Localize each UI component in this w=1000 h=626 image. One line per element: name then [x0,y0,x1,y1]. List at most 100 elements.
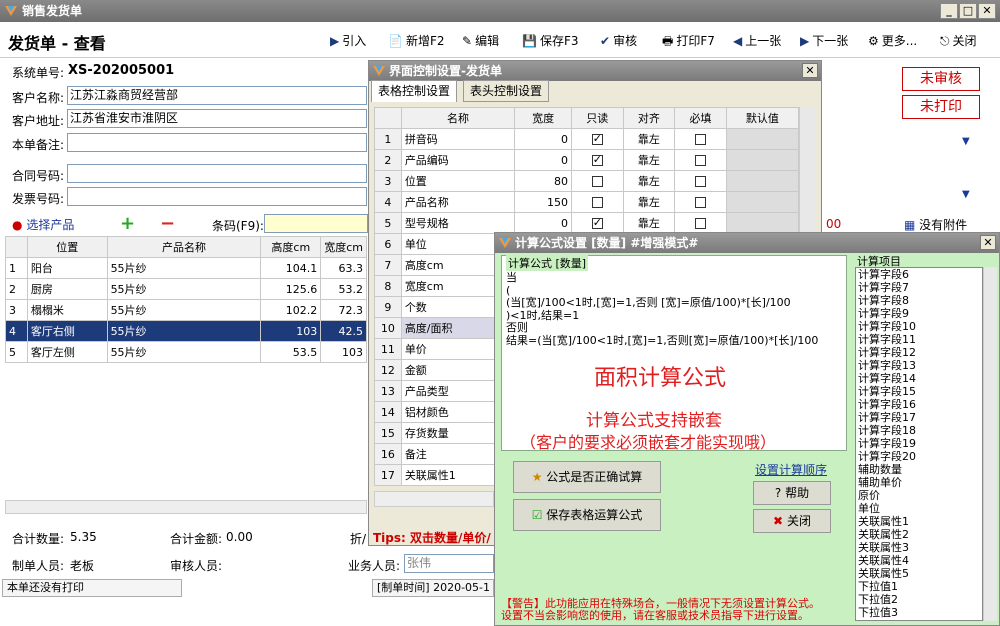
cell[interactable]: 53.2 [320,278,367,300]
print-button[interactable]: 🖶 打印F7 [662,31,715,51]
calc-order-link[interactable]: 设置计算顺序 [755,461,827,478]
new-button[interactable]: 📄 新增F2 [388,31,445,51]
readonly-checkbox[interactable] [591,197,603,208]
note-field[interactable] [67,133,367,152]
cell[interactable]: 阳台 [26,257,108,279]
table-row[interactable]: 3 榻榻米 55片纱 102.2 72.3 [5,299,367,321]
close-formula-button[interactable]: ✖ 关闭 [753,509,831,533]
cell[interactable] [725,212,800,234]
cell[interactable]: 厨房 [26,278,108,300]
list-item[interactable]: 计算字段19 [858,437,982,450]
list-item[interactable]: 辅助数量 [858,463,982,476]
cell[interactable] [571,191,624,213]
list-item[interactable]: 计算字段13 [858,359,982,372]
attachment-button[interactable]: ▦ 没有附件 [904,216,967,233]
cell[interactable]: 53.5 [260,341,322,363]
more-button[interactable]: ⚙ 更多... [868,31,917,51]
readonly-checkbox[interactable] [591,153,603,166]
cell[interactable] [674,212,727,234]
cell[interactable]: 靠左 [622,128,676,150]
cell[interactable]: 型号规格 [400,212,516,234]
required-checkbox[interactable] [694,155,706,166]
cell[interactable] [674,128,727,150]
cell[interactable]: 63.3 [320,257,367,279]
cell[interactable] [674,170,727,192]
cell[interactable] [725,170,800,192]
save-formula-button[interactable]: ☑ 保存表格运算公式 [513,499,661,531]
cell[interactable] [571,212,624,234]
list-item[interactable]: 下拉值2 [858,593,982,606]
add-row-icon[interactable]: + [120,213,135,234]
cell[interactable]: 0 [514,128,573,150]
list-item[interactable]: 计算字段17 [858,411,982,424]
cell[interactable]: 80 [514,170,573,192]
cell[interactable]: 42.5 [320,320,367,342]
cell[interactable]: 55片纱 [106,278,262,300]
list-item[interactable]: 计算字段14 [858,372,982,385]
list-item[interactable]: 关联属性4 [858,554,982,567]
list-item[interactable]: 关联属性1 [858,515,982,528]
calc-items-scrollbar[interactable] [983,267,997,621]
barcode-input[interactable] [264,214,368,233]
cell[interactable]: 客厅右侧 [26,320,108,342]
table-row-selected[interactable]: 4 客厅右侧 55片纱 103 42.5 [5,320,367,342]
cell[interactable]: 125.6 [260,278,322,300]
readonly-checkbox[interactable] [591,132,603,145]
sales-field[interactable]: 张伟 [404,554,494,573]
readonly-checkbox[interactable] [591,216,603,229]
list-item[interactable]: 下拉值3 [858,606,982,619]
required-checkbox[interactable] [694,134,706,145]
cell[interactable]: 靠左 [622,149,676,171]
invoice-field[interactable] [67,187,367,206]
list-item[interactable]: 关联属性3 [858,541,982,554]
list-item[interactable]: 单位 [858,502,982,515]
save-button[interactable]: 💾 保存F3 [522,31,579,51]
list-item[interactable]: 辅助单价 [858,476,982,489]
tab-grid-settings[interactable]: 表格控制设置 [371,80,458,102]
cell[interactable] [725,149,800,171]
help-button[interactable]: ? 帮助 [753,481,831,505]
cell[interactable]: 靠左 [622,170,676,192]
address-field[interactable]: 江苏省淮安市淮阴区 [67,109,367,128]
cell[interactable] [674,191,727,213]
cell[interactable]: 位置 [400,170,516,192]
formula-dialog-close-button[interactable]: ✕ [980,235,996,250]
remove-row-icon[interactable]: − [160,213,175,234]
list-item[interactable]: 计算字段15 [858,385,982,398]
formula-code[interactable]: 当 ( (当[宽]/100<1时,[宽]=1,否则 [宽]=原值/100)*[长… [506,271,818,347]
choose-product-button[interactable]: ● 选择产品 [12,216,74,233]
list-item[interactable]: 关联属性5 [858,567,982,580]
test-formula-button[interactable]: ★ 公式是否正确试算 [513,461,661,493]
list-item[interactable]: 计算字段8 [858,294,982,307]
cell[interactable]: 0 [514,149,573,171]
cell[interactable]: 产品编码 [400,149,516,171]
close-window-button[interactable]: ✕ [978,3,996,19]
horizontal-scrollbar[interactable] [5,500,367,514]
table-row[interactable]: 3 位置 80 靠左 [374,170,800,192]
cell[interactable]: 55片纱 [106,257,262,279]
cell[interactable] [571,149,624,171]
table-row[interactable]: 1拼音码0 靠左 [374,128,800,150]
edit-button[interactable]: ✎ 编辑 [462,31,499,51]
cell[interactable]: 靠左 [622,212,676,234]
required-checkbox[interactable] [694,197,706,208]
list-item[interactable]: 计算字段10 [858,320,982,333]
cell[interactable]: 靠左 [622,191,676,213]
cell[interactable]: 0 [514,212,573,234]
list-item[interactable]: 原价 [858,489,982,502]
cell[interactable]: 103 [320,341,367,363]
cell[interactable] [571,170,624,192]
cell[interactable] [725,191,800,213]
import-button[interactable]: ▶ 引入 [330,31,366,51]
customer-field[interactable]: 江苏江淼商贸经营部 [67,86,367,105]
list-item[interactable]: 计算字段6 [858,268,982,281]
cell[interactable] [674,149,727,171]
list-item[interactable]: 计算字段20 [858,450,982,463]
list-item[interactable]: 计算字段12 [858,346,982,359]
required-checkbox[interactable] [694,176,706,187]
minimize-button[interactable]: _ [940,3,958,19]
list-item[interactable]: 计算字段11 [858,333,982,346]
cell[interactable]: 102.2 [260,299,322,321]
cell[interactable]: 55片纱 [106,320,262,342]
ctrl-dialog-close-button[interactable]: ✕ [802,63,818,78]
